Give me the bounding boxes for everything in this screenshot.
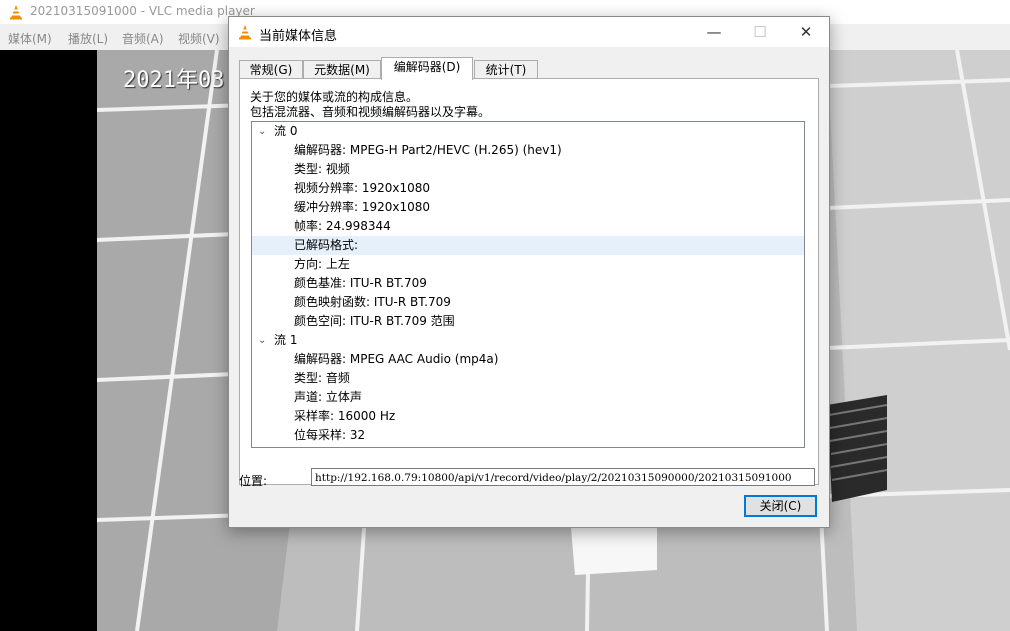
stream-item[interactable]: 位每采样: 32 — [252, 426, 804, 445]
vlc-cone-icon — [10, 5, 22, 20]
stream-item[interactable]: 声道: 立体声 — [252, 388, 804, 407]
menu-media[interactable]: 媒体(M) — [8, 30, 52, 47]
close-button[interactable]: 关闭(C) — [744, 495, 817, 517]
media-info-dialog: 当前媒体信息 — ☐ ✕ 常规(G) 元数据(M) 编解码器(D) 统计(T) … — [228, 16, 830, 528]
stream-item[interactable]: 编解码器: MPEG-H Part2/HEVC (H.265) (hev1) — [252, 141, 804, 160]
minimize-button[interactable]: — — [691, 17, 737, 47]
stream-item[interactable]: 类型: 视频 — [252, 160, 804, 179]
tab-statistics[interactable]: 统计(T) — [474, 60, 538, 79]
location-field[interactable]: http://192.168.0.79:10800/api/v1/record/… — [311, 468, 815, 486]
stream-item[interactable]: 方向: 上左 — [252, 255, 804, 274]
menu-playback[interactable]: 播放(L) — [68, 30, 108, 47]
stream-item[interactable]: 颜色映射函数: ITU-R BT.709 — [252, 293, 804, 312]
description-line-2: 包括混流器、音频和视频编解码器以及字幕。 — [250, 105, 491, 119]
video-timestamp-overlay: 2021年03 — [123, 68, 225, 93]
stream-item[interactable]: 颜色空间: ITU-R BT.709 范围 — [252, 312, 804, 331]
stream-item-selected[interactable]: 已解码格式: — [252, 236, 804, 255]
dialog-title: 当前媒体信息 — [259, 29, 338, 44]
dialog-title-bar[interactable]: 当前媒体信息 — ☐ ✕ — [229, 17, 829, 47]
stream-item[interactable]: 类型: 音频 — [252, 369, 804, 388]
stream-row[interactable]: ⌄ 流 0 — [252, 122, 804, 141]
stream-item[interactable]: 颜色基准: ITU-R BT.709 — [252, 274, 804, 293]
stream-item[interactable]: 帧率: 24.998344 — [252, 217, 804, 236]
location-label: 位置: — [239, 474, 268, 488]
close-window-button[interactable]: ✕ — [783, 17, 829, 47]
stream-item[interactable]: 视频分辨率: 1920x1080 — [252, 179, 804, 198]
stream-row[interactable]: ⌄ 流 1 — [252, 331, 804, 350]
stream-item[interactable]: 缓冲分辨率: 1920x1080 — [252, 198, 804, 217]
menu-video[interactable]: 视频(V) — [178, 30, 220, 47]
chevron-down-icon[interactable]: ⌄ — [258, 122, 266, 141]
window-title: 20210315091000 - VLC media player — [30, 4, 255, 18]
stream-item[interactable]: 采样率: 16000 Hz — [252, 407, 804, 426]
tab-codec[interactable]: 编解码器(D) — [381, 57, 473, 80]
stream-item[interactable]: 编解码器: MPEG AAC Audio (mp4a) — [252, 350, 804, 369]
vlc-cone-icon — [239, 25, 251, 40]
menu-audio[interactable]: 音频(A) — [122, 30, 164, 47]
tab-general[interactable]: 常规(G) — [239, 60, 303, 79]
tab-metadata[interactable]: 元数据(M) — [303, 60, 381, 79]
chevron-down-icon[interactable]: ⌄ — [258, 331, 266, 350]
codec-tree[interactable]: ⌄ 流 0 编解码器: MPEG-H Part2/HEVC (H.265) (h… — [251, 121, 805, 448]
maximize-button: ☐ — [753, 23, 767, 41]
